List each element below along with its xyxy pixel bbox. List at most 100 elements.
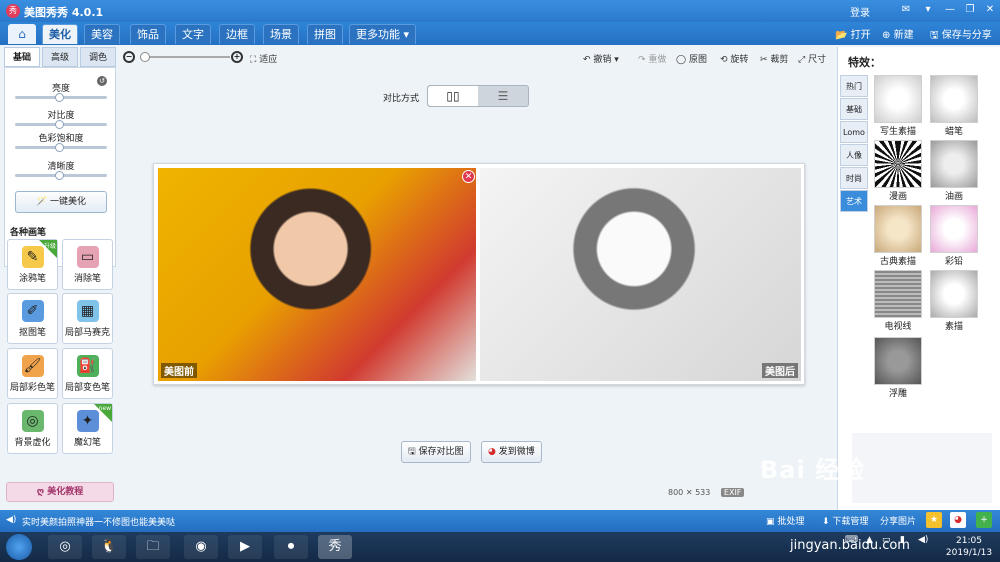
effect-cat-portrait[interactable]: 人像 <box>840 144 868 166</box>
effect-item[interactable]: 彩铅 <box>930 205 978 267</box>
login-link[interactable]: 登录 <box>850 4 870 19</box>
start-button-icon[interactable] <box>6 534 32 560</box>
redo-icon: ↷ <box>638 55 646 65</box>
title-bar: 秀 美图秀秀 4.0.1 登录 ✉ ▾ — ❐ ✕ <box>0 0 1000 22</box>
batch-process-link[interactable]: ▣ 批处理 <box>766 514 804 527</box>
brush-eraser[interactable]: ▭ 消除笔 <box>62 239 113 290</box>
skin-menu-icon[interactable]: ▾ <box>920 3 936 17</box>
effect-item[interactable]: 古典素描 <box>874 205 922 267</box>
sharpness-knob[interactable] <box>55 171 64 180</box>
firefox-icon[interactable]: ◉ <box>184 535 218 559</box>
zoom-in-icon[interactable]: + <box>231 51 243 63</box>
speaker-icon: ◀) <box>6 515 17 525</box>
crop-button[interactable]: ✂ 裁剪 <box>760 52 788 65</box>
home-icon[interactable]: ⌂ <box>8 24 36 44</box>
zoom-out-icon[interactable]: − <box>123 51 135 63</box>
one-click-beautify-button[interactable]: 🪄 一键美化 <box>15 191 107 213</box>
tab-accessories[interactable]: 饰品 <box>130 24 166 44</box>
effect-item[interactable]: 油画 <box>930 140 978 202</box>
brush-cutout[interactable]: ✐ 抠图笔 <box>7 293 58 344</box>
rotate-button[interactable]: ⟲ 旋转 <box>720 52 748 65</box>
effect-label: 素描 <box>944 322 963 332</box>
taskbar-clock[interactable]: 21:05 2019/1/13 <box>942 535 996 559</box>
close-button[interactable]: ✕ <box>982 3 998 17</box>
undo-button[interactable]: ↶ 撤销 ▾ <box>583 52 619 65</box>
effect-item[interactable]: 漫画 <box>874 140 922 202</box>
redo-label: 重做 <box>648 55 667 65</box>
plus-icon[interactable]: + <box>976 512 992 528</box>
resize-button[interactable]: ⤢ 尺寸 <box>798 52 826 65</box>
brush-magic[interactable]: ✦ 魔幻笔 new <box>62 403 113 454</box>
brush-mosaic[interactable]: ▦ 局部马赛克 <box>62 293 113 344</box>
tab-collage[interactable]: 拼图 <box>307 24 343 44</box>
effect-item[interactable]: 素描 <box>930 270 978 332</box>
close-compare-icon[interactable]: ✕ <box>462 170 475 183</box>
subtab-advanced[interactable]: 高级 <box>42 47 78 67</box>
status-tip[interactable]: 实时美颜拍照神器一不修图也能美美哒 <box>22 515 175 528</box>
exif-badge[interactable]: EXIF <box>720 488 745 497</box>
fit-button[interactable]: ⛶ 适应 <box>250 52 277 65</box>
color-brush-icon: 🖌 <box>21 355 44 377</box>
save-share-button[interactable]: 🖫 保存与分享 <box>930 26 992 45</box>
saturation-knob[interactable] <box>55 143 64 152</box>
tab-beautify[interactable]: 美化 <box>42 24 78 44</box>
meitu-taskbar-icon[interactable]: 秀 <box>318 535 352 559</box>
qq-icon[interactable]: 🐧 <box>92 535 126 559</box>
effect-cat-lomo[interactable]: Lomo <box>840 121 868 143</box>
browser-360-icon[interactable]: ◎ <box>48 535 82 559</box>
send-weibo-button[interactable]: ◕ 发到微博 <box>481 441 542 463</box>
brush-label: 抠图笔 <box>18 328 46 338</box>
paint-bucket-icon: ⛽ <box>76 355 99 377</box>
effect-item[interactable]: 蜡笔 <box>930 75 978 137</box>
maximize-button[interactable]: ❐ <box>962 3 978 17</box>
file-explorer-icon[interactable]: 🗀 <box>136 535 170 559</box>
effect-item[interactable]: 写生素描 <box>874 75 922 137</box>
effect-cat-hot[interactable]: 热门 <box>840 75 868 97</box>
download-manager-link[interactable]: ⬇ 下载管理 <box>822 514 868 527</box>
photo-after-sketch: 美图后 <box>480 168 801 381</box>
effect-item[interactable]: 电视线 <box>874 270 922 332</box>
effect-cat-art[interactable]: 艺术 <box>840 190 868 212</box>
crop-icon: ✂ <box>760 55 768 65</box>
contrast-knob[interactable] <box>55 120 64 129</box>
edit-toolbar: − + ⛶ 适应 ↶ 撤销 ▾ ↷ 重做 ◯ 原图 ⟲ 旋转 ✂ 裁剪 ⤢ 尺寸 <box>120 48 832 68</box>
brush-background-blur[interactable]: ◎ 背景虚化 <box>7 403 58 454</box>
brightness-knob[interactable] <box>55 93 64 102</box>
subtab-basic[interactable]: 基础 <box>4 47 40 67</box>
subtab-color[interactable]: 调色 <box>80 47 116 67</box>
beautify-tutorial-button[interactable]: ღ 美化教程 <box>6 482 114 502</box>
compare-mode-label: 对比方式 <box>383 94 420 104</box>
tab-more-features[interactable]: 更多功能 ▾ <box>349 24 417 44</box>
star-icon[interactable]: ★ <box>926 512 942 528</box>
zoom-slider[interactable] <box>140 56 230 58</box>
tab-frames[interactable]: 边框 <box>219 24 255 44</box>
fit-label: 适应 <box>259 55 278 65</box>
media-player-icon[interactable]: ▶ <box>228 535 262 559</box>
minimize-button[interactable]: — <box>942 3 958 17</box>
share-image-link[interactable]: 分享图片 <box>880 514 916 527</box>
redo-button[interactable]: ↷ 重做 <box>638 52 666 65</box>
save-compare-button[interactable]: 🖫 保存对比图 <box>401 441 471 463</box>
batch-label: 批处理 <box>777 517 805 527</box>
feedback-icon[interactable]: ✉ <box>898 3 914 17</box>
volume-tray-icon[interactable]: ◀) <box>918 535 928 545</box>
tab-text[interactable]: 文字 <box>175 24 211 44</box>
original-button[interactable]: ◯ 原图 <box>676 52 707 65</box>
open-button[interactable]: 📂 打开 <box>835 26 871 41</box>
effect-cat-fashion[interactable]: 时尚 <box>840 167 868 189</box>
effect-item[interactable]: 浮雕 <box>874 337 922 399</box>
tab-scenes[interactable]: 场景 <box>263 24 299 44</box>
brush-local-color[interactable]: 🖌 局部彩色笔 <box>7 348 58 399</box>
effect-thumb <box>874 205 922 253</box>
brush-graffiti[interactable]: ✎ 涂鸦笔 升级 <box>7 239 58 290</box>
brush-local-recolor[interactable]: ⛽ 局部变色笔 <box>62 348 113 399</box>
weibo-icon[interactable]: ◕ <box>950 512 966 528</box>
status-bar: ◀) 实时美颜拍照神器一不修图也能美美哒 ▣ 批处理 ⬇ 下载管理 分享图片 ★… <box>0 510 1000 532</box>
record-icon[interactable]: ⏺ <box>274 535 308 559</box>
new-button[interactable]: ⊕ 新建 <box>882 26 914 41</box>
side-by-side-icon[interactable]: ▯▯ <box>428 86 478 106</box>
top-bottom-icon[interactable]: ☰ <box>478 86 528 106</box>
tab-face[interactable]: 美容 <box>84 24 120 44</box>
effect-cat-basic[interactable]: 基础 <box>840 98 868 120</box>
zoom-slider-knob[interactable] <box>140 52 150 62</box>
